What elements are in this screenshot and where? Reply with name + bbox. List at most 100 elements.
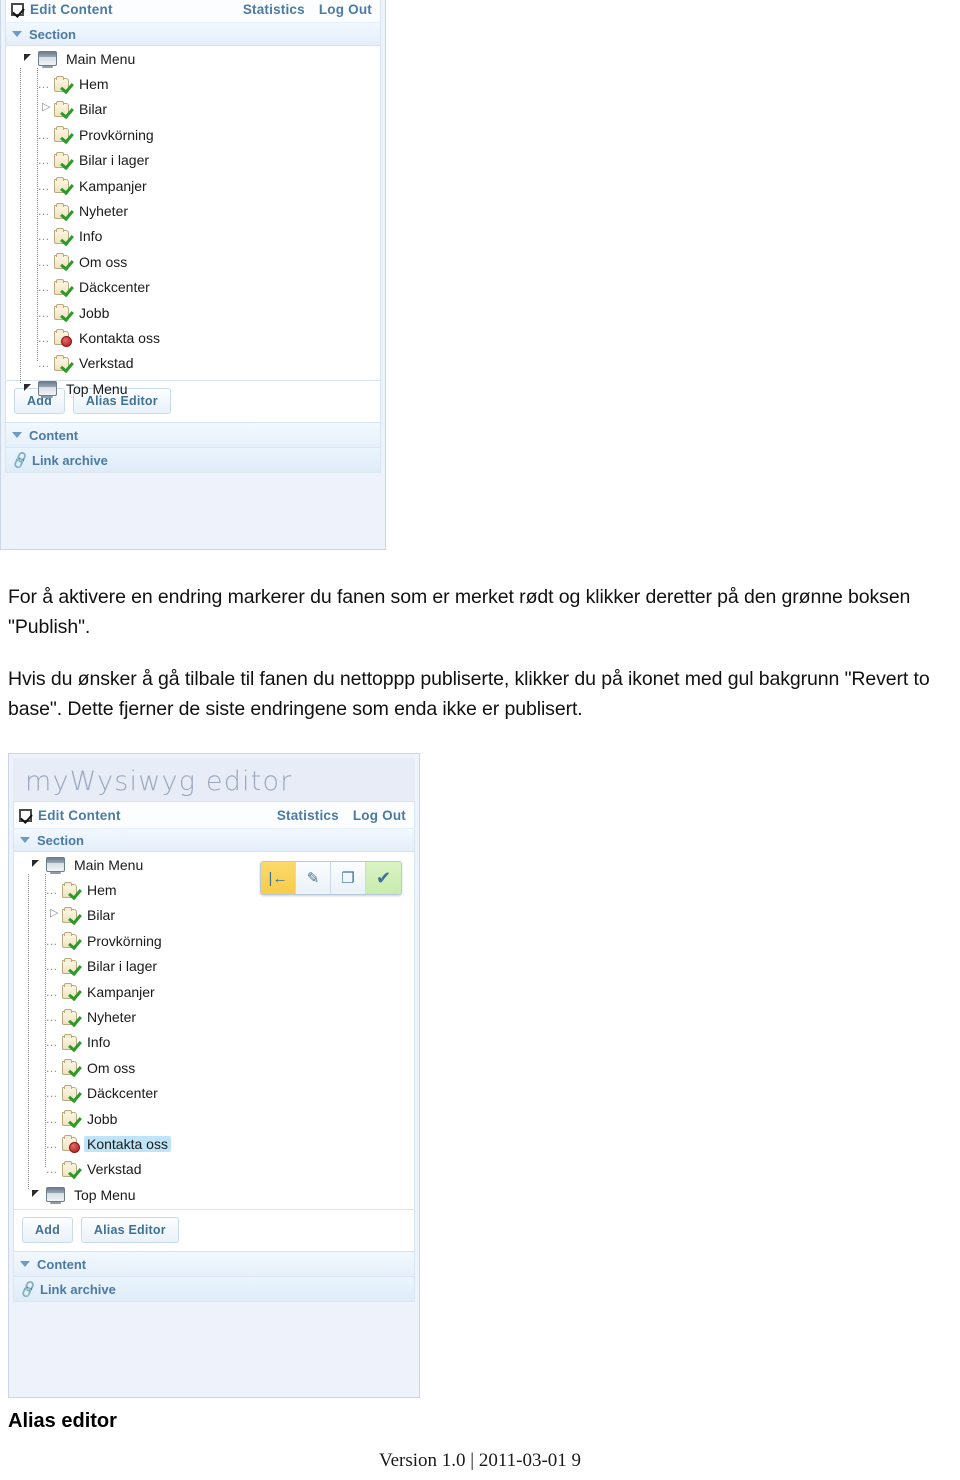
- tree-item[interactable]: … Om oss: [14, 1055, 414, 1080]
- tree-twig: …: [40, 883, 62, 897]
- collapse-arrow-icon[interactable]: [23, 54, 31, 62]
- link-archive-strip[interactable]: 🔗 Link archive: [13, 1277, 415, 1302]
- tree-branch-icon: …: [37, 305, 50, 320]
- content-strip-label: Content: [37, 1256, 87, 1272]
- tree-item-label: Info: [79, 228, 103, 245]
- page-published-icon: [62, 932, 79, 949]
- menu-item-edit-content[interactable]: Edit Content: [38, 808, 121, 823]
- menu-item-log-out[interactable]: Log Out: [353, 808, 406, 823]
- tree-item[interactable]: … Jobb: [14, 1106, 414, 1131]
- menu-item-statistics[interactable]: Statistics: [277, 808, 339, 823]
- tree-item[interactable]: … Kampanjer: [14, 979, 414, 1004]
- tree-branch-icon: …: [37, 280, 50, 295]
- tree-item[interactable]: … Bilar i lager: [14, 954, 414, 979]
- tree-twig: …: [40, 1137, 62, 1151]
- tree-twig: …: [40, 1035, 62, 1049]
- tree-item-label: Provkörning: [87, 932, 162, 949]
- tree-item[interactable]: … Om oss: [6, 249, 380, 274]
- tree-item[interactable]: … Provkörning: [14, 928, 414, 953]
- tree-item[interactable]: … Däckcenter: [14, 1081, 414, 1106]
- tree-item[interactable]: Top Menu: [14, 1182, 414, 1207]
- tree-item-label: Top Menu: [66, 380, 128, 397]
- tree-item[interactable]: … Kampanjer: [6, 173, 380, 198]
- monitor-icon: [38, 51, 57, 69]
- page-published-icon: [54, 75, 71, 93]
- tree-item[interactable]: … Kontakta oss: [14, 1131, 414, 1156]
- tree-twig: …: [32, 77, 54, 91]
- tree-branch-icon: …: [45, 1136, 58, 1151]
- section-header[interactable]: Section: [13, 828, 415, 852]
- page-published-icon: [54, 354, 71, 372]
- tree-item[interactable]: … Hem: [6, 71, 380, 96]
- expand-arrow-icon[interactable]: [48, 906, 58, 919]
- menu-item-log-out[interactable]: Log Out: [319, 2, 372, 17]
- page-published-icon: [54, 202, 71, 220]
- tree-item-label: Verkstad: [87, 1161, 142, 1178]
- cms-screenshot-top: Edit Content Statistics Log Out Section …: [0, 0, 386, 550]
- tree-item-label: Bilar: [87, 907, 116, 924]
- section-header[interactable]: Section: [5, 22, 381, 46]
- tree-item[interactable]: … Info: [14, 1030, 414, 1055]
- tree-item[interactable]: Bilar: [14, 903, 414, 928]
- content-strip[interactable]: Content: [13, 1252, 415, 1277]
- tree-branch-icon: …: [45, 959, 58, 974]
- tree-twig: …: [40, 959, 62, 973]
- page-unpublished-icon: [62, 1135, 79, 1152]
- content-strip[interactable]: Content: [5, 423, 381, 448]
- checked-checkbox-icon[interactable]: [11, 2, 24, 16]
- tree-item[interactable]: Main Menu: [14, 852, 414, 877]
- tree-branch-icon: …: [37, 229, 50, 244]
- tree-item[interactable]: … Kontakta oss: [6, 325, 380, 350]
- checked-checkbox-icon[interactable]: [19, 808, 32, 822]
- tree-item-label: Nyheter: [87, 1009, 137, 1026]
- tree-twig: …: [40, 1112, 62, 1126]
- tree-item-label: Om oss: [87, 1059, 136, 1076]
- tree-item[interactable]: … Nyheter: [14, 1004, 414, 1029]
- alias-editor-heading: Alias editor: [8, 1410, 117, 1432]
- page-published-icon: [54, 151, 71, 169]
- collapse-arrow-icon[interactable]: [23, 384, 31, 392]
- tree-twig: [32, 100, 54, 116]
- tree-item-label: Kampanjer: [87, 983, 155, 1000]
- tree-twig: …: [40, 1010, 62, 1024]
- tree-item[interactable]: … Nyheter: [6, 198, 380, 223]
- section-tree: |←✎❐✔ Main Menu…HemBilar…Provkörning…Bil…: [13, 852, 415, 1210]
- menu-item-edit-content[interactable]: Edit Content: [30, 2, 113, 17]
- tree-item[interactable]: … Provkörning: [6, 122, 380, 147]
- tree-twig: …: [32, 179, 54, 193]
- tree-item-label: Kontakta oss: [84, 1135, 171, 1152]
- menu-item-statistics[interactable]: Statistics: [243, 2, 305, 17]
- tree-item[interactable]: … Jobb: [6, 300, 380, 325]
- tree-item[interactable]: … Info: [6, 224, 380, 249]
- cms-screenshot-bottom: myWysiwyg editor Edit Content Statistics…: [8, 753, 420, 1398]
- tree-item[interactable]: … Bilar i lager: [6, 148, 380, 173]
- tree-branch-icon: …: [45, 1060, 58, 1075]
- link-archive-label: Link archive: [40, 1281, 116, 1297]
- app-logo-bar: myWysiwyg editor: [13, 758, 415, 801]
- tree-twig: …: [40, 1162, 62, 1176]
- expand-arrow-icon[interactable]: [40, 100, 50, 113]
- tree-item-label: Kontakta oss: [79, 329, 160, 346]
- tree-twig: …: [32, 255, 54, 269]
- tree-item[interactable]: … Verkstad: [14, 1157, 414, 1182]
- collapse-arrow-icon[interactable]: [31, 1190, 39, 1198]
- tree-item[interactable]: Bilar: [6, 97, 380, 122]
- tree-item[interactable]: … Verkstad: [6, 351, 380, 376]
- collapse-arrow-icon[interactable]: [31, 860, 39, 868]
- page-published-icon: [54, 278, 71, 296]
- alias-editor-button[interactable]: Alias Editor: [80, 1217, 179, 1243]
- tree-branch-icon: …: [45, 984, 58, 999]
- page-unpublished-icon: [54, 329, 71, 346]
- tree-item[interactable]: … Däckcenter: [6, 275, 380, 300]
- tree-item-label: Jobb: [79, 304, 110, 321]
- tree-item[interactable]: … Hem: [14, 877, 414, 902]
- tree-twig: …: [32, 229, 54, 243]
- page-published-icon: [62, 906, 79, 924]
- link-archive-strip[interactable]: 🔗 Link archive: [5, 448, 381, 473]
- add-button[interactable]: Add: [22, 1217, 73, 1243]
- tree-item[interactable]: Top Menu: [6, 376, 380, 401]
- tree-item[interactable]: Main Menu: [6, 46, 380, 71]
- tree-branch-icon: …: [45, 1010, 58, 1025]
- page-published-icon: [62, 957, 79, 975]
- tree-twig: …: [32, 153, 54, 167]
